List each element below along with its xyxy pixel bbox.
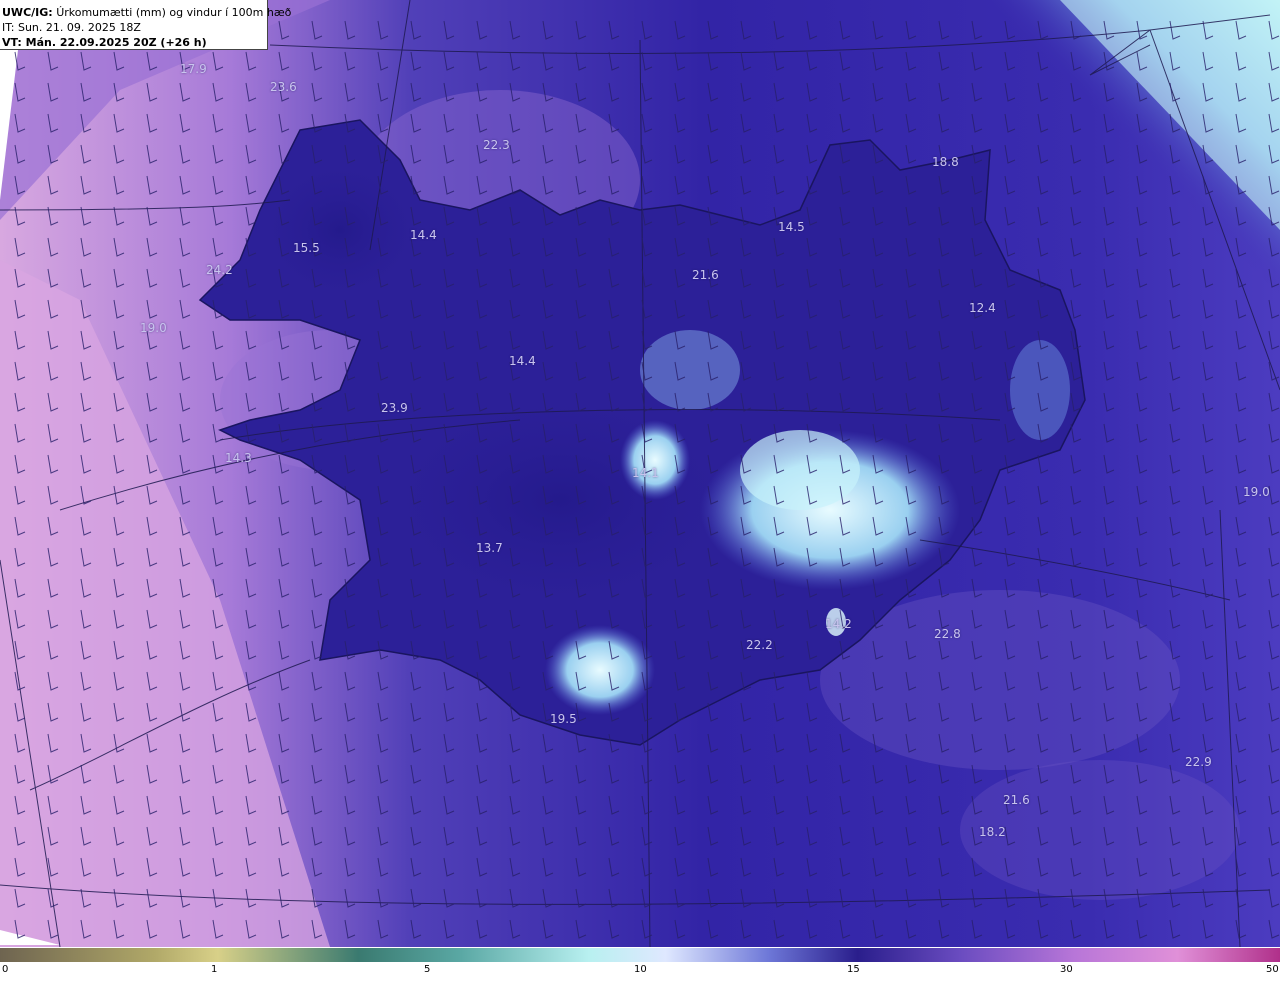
map-value-label: 18.8	[932, 155, 959, 169]
it-value: Sun. 21. 09. 2025 18Z	[17, 21, 141, 34]
map-value-label: 19.0	[140, 321, 167, 335]
map-value-label: 12.4	[969, 301, 996, 315]
map-title: Úrkomumætti (mm) og vindur í 100m hæð	[56, 6, 292, 19]
model-label: UWC/IG:	[2, 6, 53, 19]
vt-row: VT: Mán. 22.09.2025 20Z (+26 h)	[2, 35, 265, 50]
map-value-label: 21.6	[692, 268, 719, 282]
scale-tick: 1	[211, 964, 218, 975]
it-row: IT: Sun. 21. 09. 2025 18Z	[2, 20, 265, 35]
vt-value: Mán. 22.09.2025 20Z (+26 h)	[25, 36, 207, 49]
map-value-label: 19.0	[1243, 485, 1270, 499]
map-value-label: 13.7	[476, 541, 503, 555]
vt-label: VT:	[2, 36, 22, 49]
map-value-label: 19.5	[550, 712, 577, 726]
map-value-label: 21.6	[1003, 793, 1030, 807]
map-value-label: 23.6	[270, 80, 297, 94]
map-value-label: 14.3	[225, 451, 252, 465]
map-value-label: 18.2	[979, 825, 1006, 839]
map-value-label: 22.9	[1185, 755, 1212, 769]
color-scale-legend: 0 1 5 10 15 30 50	[0, 947, 1280, 978]
scale-tick: 50	[1266, 964, 1279, 975]
map-value-label: 14.2	[825, 617, 852, 631]
it-label: IT:	[2, 21, 15, 34]
map-value-label: 22.3	[483, 138, 510, 152]
scale-tick: 15	[847, 964, 860, 975]
title-row: UWC/IG: Úrkomumætti (mm) og vindur í 100…	[2, 5, 291, 20]
map-value-label: 14.5	[778, 220, 805, 234]
scale-tick: 5	[424, 964, 431, 975]
map-area: UWC/IG: Úrkomumætti (mm) og vindur í 100…	[0, 0, 1280, 947]
map-value-label: 14.4	[410, 228, 437, 242]
scale-tick: 0	[2, 964, 9, 975]
map-value-label: 15.5	[293, 241, 320, 255]
scale-tick: 10	[634, 964, 647, 975]
map-value-label: 24.2	[206, 263, 233, 277]
map-value-label: 14.1	[632, 466, 659, 480]
map-info-box: UWC/IG: Úrkomumætti (mm) og vindur í 100…	[0, 0, 291, 50]
map-value-label: 14.4	[509, 354, 536, 368]
map-value-label: 17.9	[180, 62, 207, 76]
map-value-label: 23.9	[381, 401, 408, 415]
map-value-label: 22.8	[934, 627, 961, 641]
scale-tick: 30	[1060, 964, 1073, 975]
map-value-label: 22.2	[746, 638, 773, 652]
